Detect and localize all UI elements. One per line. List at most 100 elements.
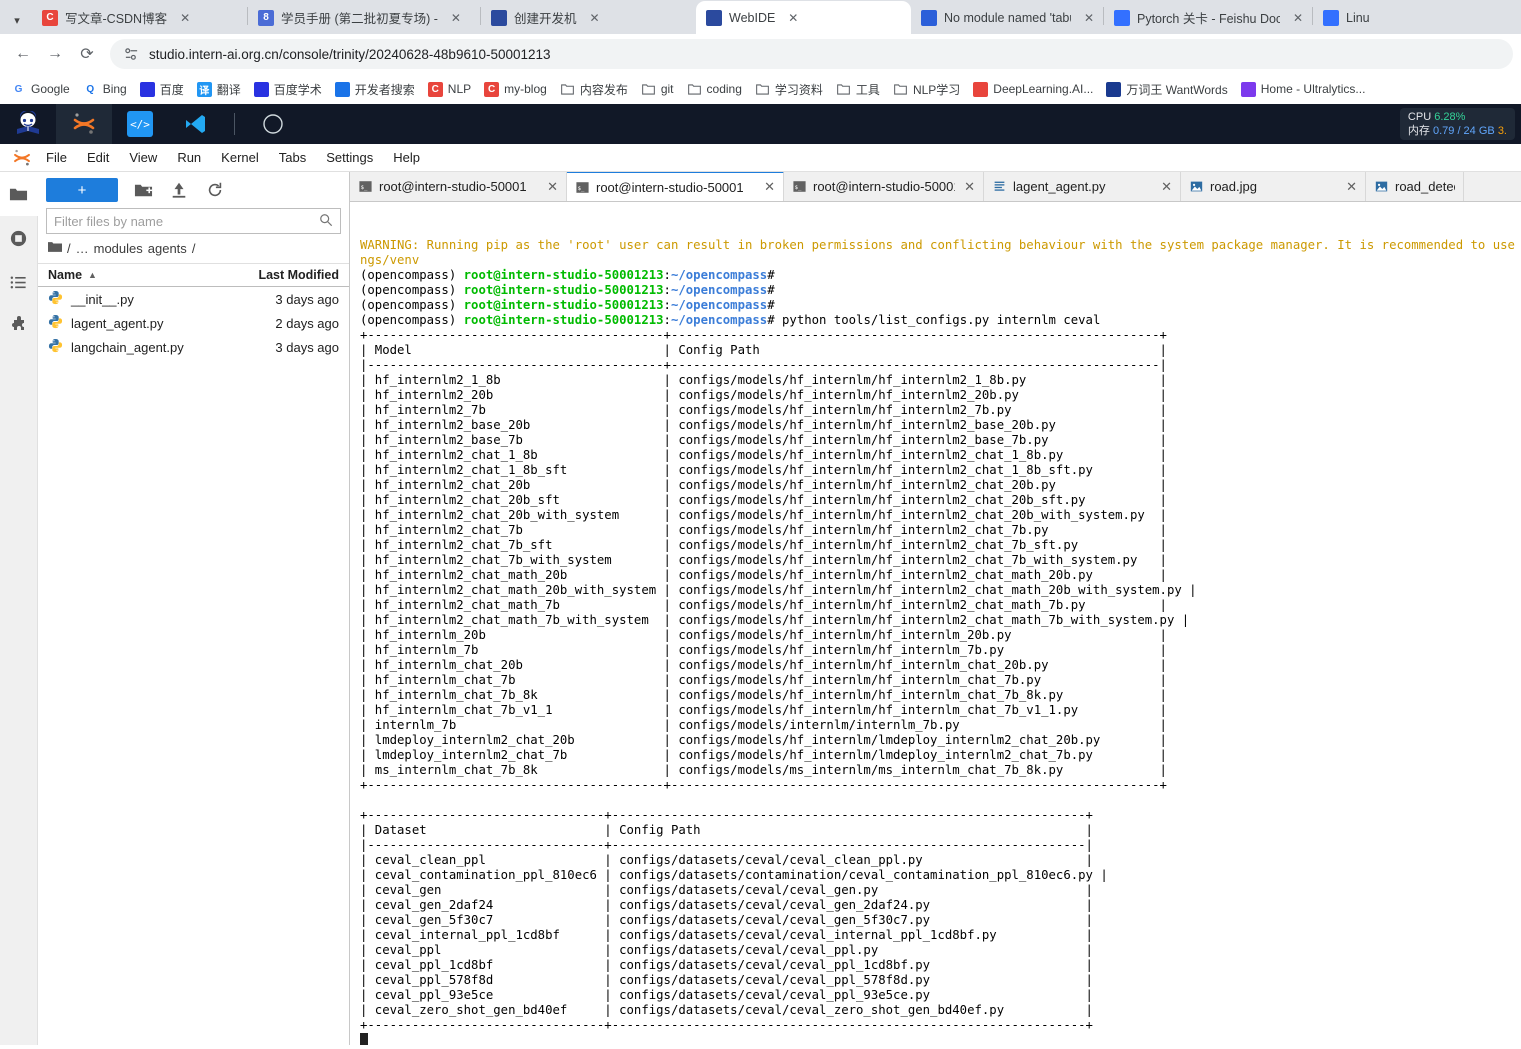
- close-icon[interactable]: ✕: [1290, 10, 1306, 26]
- breadcrumb-home-icon[interactable]: [48, 241, 62, 256]
- address-bar[interactable]: studio.intern-ai.org.cn/console/trinity/…: [110, 39, 1513, 69]
- bookmark-item[interactable]: Cmy-blog: [479, 80, 552, 99]
- browser-tab[interactable]: 创建开发机 ✕: [481, 1, 696, 34]
- menu-item-tabs[interactable]: Tabs: [269, 147, 316, 168]
- code-editor-icon[interactable]: </>: [112, 104, 168, 144]
- model-table-row: | hf_internlm2_chat_math_20b_with_system…: [360, 583, 1197, 597]
- browser-tab[interactable]: Pytorch 关卡 - Feishu Docs ✕: [1104, 1, 1312, 34]
- bookmark-item[interactable]: Home - Ultralytics...: [1236, 80, 1371, 99]
- bookmark-item[interactable]: 百度学术: [249, 79, 327, 100]
- close-icon[interactable]: ✕: [177, 10, 193, 26]
- running-kernels-icon[interactable]: [0, 216, 38, 260]
- browser-tab[interactable]: Linu: [1313, 1, 1383, 34]
- forward-button[interactable]: →: [40, 39, 70, 69]
- bookmark-item[interactable]: 译翻译: [192, 79, 246, 100]
- document-tab[interactable]: lagent_agent.py ✕: [984, 172, 1181, 201]
- model-table-border: +---------------------------------------…: [360, 778, 1167, 792]
- bookmark-label: 万词王 WantWords: [1126, 82, 1228, 97]
- browser-tab[interactable]: WebIDE ✕: [696, 1, 911, 34]
- bookmark-item[interactable]: NLP学习: [888, 79, 965, 100]
- close-icon[interactable]: ✕: [587, 10, 603, 26]
- upload-icon[interactable]: [168, 179, 190, 201]
- close-icon[interactable]: ✕: [1346, 179, 1357, 195]
- bookmark-item[interactable]: 万词王 WantWords: [1101, 79, 1232, 100]
- bookmark-item[interactable]: DeepLearning.AI...: [968, 80, 1098, 99]
- refresh-icon[interactable]: [204, 179, 226, 201]
- close-icon[interactable]: ✕: [764, 179, 775, 195]
- back-button[interactable]: ←: [8, 39, 38, 69]
- intern-studio-logo-icon[interactable]: [0, 104, 56, 144]
- document-tab[interactable]: $_ root@intern-studio-50001 ✕: [567, 172, 784, 201]
- bookmark-item[interactable]: 开发者搜索: [330, 79, 420, 100]
- menu-item-settings[interactable]: Settings: [316, 147, 383, 168]
- breadcrumb-segment[interactable]: /: [67, 241, 71, 256]
- bookmark-item[interactable]: 学习资料: [750, 79, 828, 100]
- commands-icon[interactable]: [0, 260, 38, 304]
- bookmark-item[interactable]: git: [636, 80, 679, 99]
- document-tab[interactable]: $_ root@intern-studio-50001 ✕: [784, 172, 984, 201]
- vscode-icon[interactable]: [168, 104, 224, 144]
- file-list-item[interactable]: lagent_agent.py 2 days ago: [38, 311, 349, 335]
- close-icon[interactable]: ✕: [1081, 10, 1097, 26]
- close-icon[interactable]: ✕: [964, 179, 975, 195]
- file-list-header-modified[interactable]: Last Modified: [229, 268, 339, 282]
- image-file-icon: [1374, 180, 1388, 194]
- browser-tab[interactable]: 8 学员手册 (第二批初夏专场) - ✕: [248, 1, 480, 34]
- dataset-table-border: +--------------------------------+------…: [360, 808, 1093, 822]
- breadcrumb-segment[interactable]: modules: [94, 241, 143, 256]
- breadcrumb[interactable]: / … modules agents /: [38, 234, 349, 263]
- close-icon[interactable]: ✕: [1161, 179, 1172, 195]
- file-list-item[interactable]: __init__.py 3 days ago: [38, 287, 349, 311]
- document-tab[interactable]: road.jpg ✕: [1181, 172, 1366, 201]
- new-launcher-button[interactable]: +: [46, 178, 118, 202]
- column-label-name: Name: [48, 268, 83, 282]
- tab-favicon-icon: C: [42, 9, 58, 26]
- bookmark-favicon-icon: C: [427, 81, 443, 97]
- bookmark-item[interactable]: 工具: [831, 79, 885, 100]
- reload-button[interactable]: ⟳: [72, 39, 102, 69]
- document-tab[interactable]: road_detec: [1366, 172, 1464, 201]
- tab-favicon-icon: [1114, 9, 1130, 26]
- close-icon[interactable]: ✕: [547, 179, 558, 195]
- file-list-item[interactable]: langchain_agent.py 3 days ago: [38, 335, 349, 359]
- compass-icon[interactable]: [245, 104, 301, 144]
- file-browser-panel: + Filter files by name / … modules agent…: [38, 172, 350, 1045]
- file-list-header-name[interactable]: Name ▲: [48, 268, 229, 282]
- breadcrumb-segment[interactable]: agents: [148, 241, 187, 256]
- bookmark-item[interactable]: G Google: [6, 80, 75, 99]
- menu-item-run[interactable]: Run: [167, 147, 211, 168]
- terminal-cursor: [360, 1033, 368, 1045]
- model-table-row: | hf_internlm_chat_7b | configs/models/h…: [360, 673, 1167, 687]
- browser-tab[interactable]: C 写文章-CSDN博客 ✕: [32, 1, 247, 34]
- bookmark-item[interactable]: C NLP: [423, 80, 476, 99]
- bookmark-item[interactable]: 百度: [135, 79, 189, 100]
- close-icon[interactable]: ✕: [785, 10, 801, 26]
- folder-icon[interactable]: [0, 172, 38, 216]
- tab-search-button[interactable]: ▾: [2, 6, 32, 34]
- menu-item-edit[interactable]: Edit: [77, 147, 119, 168]
- menu-item-view[interactable]: View: [119, 147, 167, 168]
- site-settings-icon[interactable]: [124, 47, 139, 62]
- file-filter-input[interactable]: Filter files by name: [46, 208, 341, 234]
- bookmark-favicon-icon: C: [484, 81, 500, 97]
- bookmark-item[interactable]: 内容发布: [555, 79, 633, 100]
- new-folder-icon[interactable]: [132, 179, 154, 201]
- breadcrumb-segment[interactable]: /: [192, 241, 196, 256]
- extensions-icon[interactable]: [0, 304, 38, 348]
- breadcrumb-segment[interactable]: …: [76, 241, 89, 256]
- dataset-table-row: | ceval_internal_ppl_1cd8bf | configs/da…: [360, 928, 1093, 942]
- menu-item-file[interactable]: File: [36, 147, 77, 168]
- menu-item-help[interactable]: Help: [383, 147, 430, 168]
- document-tab[interactable]: $_ root@intern-studio-50001 ✕: [350, 172, 567, 201]
- browser-tab[interactable]: No module named 'tabulate' ✕: [911, 1, 1103, 34]
- browser-tab-label: Linu: [1346, 10, 1370, 25]
- bookmark-item[interactable]: Q Bing: [78, 80, 132, 99]
- bookmark-item[interactable]: coding: [682, 80, 747, 99]
- close-icon[interactable]: ✕: [448, 10, 464, 26]
- jupyter-logo-icon[interactable]: [56, 104, 112, 144]
- model-table-row: | hf_internlm2_7b | configs/models/hf_in…: [360, 403, 1167, 417]
- menu-item-kernel[interactable]: Kernel: [211, 147, 269, 168]
- model-table-row: | hf_internlm2_base_7b | configs/models/…: [360, 433, 1167, 447]
- browser-toolbar: ← → ⟳ studio.intern-ai.org.cn/console/tr…: [0, 34, 1521, 74]
- terminal-output[interactable]: WARNING: Running pip as the 'root' user …: [350, 202, 1521, 1045]
